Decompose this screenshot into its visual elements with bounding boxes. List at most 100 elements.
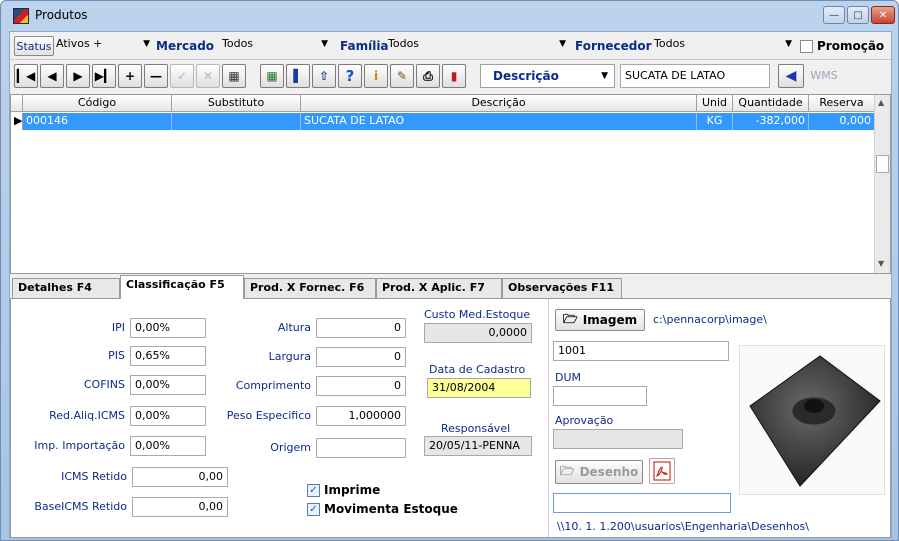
chevron-down-icon: ▼ xyxy=(601,71,608,81)
products-grid: Código Substituto Descrição Unid Quantid… xyxy=(10,94,891,274)
scroll-thumb[interactable] xyxy=(876,155,889,173)
status-button[interactable]: Status xyxy=(14,36,54,56)
col-codigo[interactable]: Código xyxy=(23,95,172,112)
sheet-button[interactable]: ▦ xyxy=(260,64,284,88)
refresh-button[interactable]: ▦ xyxy=(222,64,246,88)
imagem-button-label: Imagem xyxy=(582,313,638,327)
imprime-checkbox[interactable]: ✓ xyxy=(307,484,320,497)
prev-icon: ◀ xyxy=(47,69,57,83)
tab-prod-fornec[interactable]: Prod. X Fornec. F6 xyxy=(244,278,376,298)
minus-icon: — xyxy=(150,69,162,83)
responsavel-label: Responsável xyxy=(441,422,511,435)
red-aliq-field[interactable]: 0,00% xyxy=(130,406,206,426)
desenho-field[interactable] xyxy=(553,493,731,513)
row-pointer-icon: ▶ xyxy=(11,113,23,130)
codigo-imagem-field[interactable]: 1001 xyxy=(553,341,729,361)
add-record-button[interactable]: + xyxy=(118,64,142,88)
status-select[interactable]: Ativos + ▼ xyxy=(56,37,152,55)
chevron-down-icon: ▼ xyxy=(785,39,792,49)
search-back-button[interactable]: ◀ xyxy=(778,64,804,88)
ipi-field[interactable]: 0,00% xyxy=(130,318,206,338)
fornecedor-select[interactable]: Todos ▼ xyxy=(654,37,794,55)
scroll-down-icon[interactable]: ▼ xyxy=(878,259,884,268)
mercado-select[interactable]: Todos ▼ xyxy=(222,37,330,55)
maximize-button[interactable]: □ xyxy=(847,6,869,24)
product-photo-icon xyxy=(749,355,881,487)
col-reserva[interactable]: Reserva xyxy=(809,95,875,112)
close-icon: ✕ xyxy=(878,9,888,21)
col-quantidade[interactable]: Quantidade xyxy=(733,95,809,112)
custo-field: 0,0000 xyxy=(424,323,532,343)
close-button[interactable]: ✕ xyxy=(871,6,895,24)
refresh-icon: ▦ xyxy=(228,69,240,83)
tab-prod-aplic[interactable]: Prod. X Aplic. F7 xyxy=(376,278,502,298)
produtos-window: Produtos — □ ✕ Status Ativos + ▼ Mercado… xyxy=(0,0,899,541)
aprovacao-label: Aprovação xyxy=(555,414,614,427)
table-row[interactable]: ▶ 000146 SUCATA DE LATAO KG -382,000 0,0… xyxy=(11,113,875,130)
promocao-checkbox[interactable] xyxy=(800,40,813,53)
familia-select[interactable]: Todos ▼ xyxy=(388,37,568,55)
tab-detalhes[interactable]: Detalhes F4 xyxy=(12,278,120,298)
comprimento-label: Comprimento xyxy=(235,379,311,392)
cofins-field[interactable]: 0,00% xyxy=(130,375,206,395)
print-button[interactable]: ⎙ xyxy=(416,64,440,88)
col-unid[interactable]: Unid xyxy=(697,95,733,112)
peso-field[interactable]: 1,000000 xyxy=(316,406,406,426)
imagem-button[interactable]: 🗁 Imagem xyxy=(555,309,645,331)
largura-field[interactable]: 0 xyxy=(316,347,406,367)
col-descricao[interactable]: Descrição xyxy=(301,95,697,112)
pdf-button[interactable] xyxy=(649,458,675,484)
icms-retido-field[interactable]: 0,00 xyxy=(132,467,228,487)
prev-record-button[interactable]: ◀ xyxy=(40,64,64,88)
post-button[interactable]: ✓ xyxy=(170,64,194,88)
app-icon xyxy=(13,8,29,24)
origem-label: Origem xyxy=(270,441,311,454)
next-record-button[interactable]: ▶ xyxy=(66,64,90,88)
cell-unid: KG xyxy=(697,113,733,130)
tab-classificacao[interactable]: Classificação F5 xyxy=(120,275,244,299)
filter-bar: Status Ativos + ▼ Mercado Todos ▼ Famíli… xyxy=(10,32,891,60)
title-bar[interactable]: Produtos — □ ✕ xyxy=(1,1,898,31)
export-button[interactable]: ⇧ xyxy=(312,64,336,88)
grid-vertical-scrollbar[interactable]: ▲ ▼ xyxy=(874,95,890,273)
movimenta-checkbox[interactable]: ✓ xyxy=(307,503,320,516)
info-icon: i xyxy=(373,69,379,83)
data-cadastro-field[interactable]: 31/08/2004 xyxy=(427,378,531,398)
cell-reserva: 0,000 xyxy=(809,113,875,130)
promocao-label: Promoção xyxy=(817,39,885,53)
chevron-down-icon: ▼ xyxy=(321,39,328,49)
desenho-button[interactable]: 🗁 Desenho xyxy=(555,460,643,484)
chart-button[interactable]: ▌ xyxy=(286,64,310,88)
info-button[interactable]: i xyxy=(364,64,388,88)
chevron-down-icon: ▼ xyxy=(143,39,150,49)
search-input[interactable]: SUCATA DE LATAO xyxy=(620,64,770,88)
minimize-button[interactable]: — xyxy=(823,6,845,24)
help-button[interactable]: ? xyxy=(338,64,362,88)
imp-importacao-field[interactable]: 0,00% xyxy=(130,436,206,456)
scroll-up-icon[interactable]: ▲ xyxy=(878,98,884,107)
search-field-value: Descrição xyxy=(493,69,559,83)
cancel-button[interactable]: ✕ xyxy=(196,64,220,88)
altura-label: Altura xyxy=(277,321,311,334)
custo-label: Custo Med.Estoque xyxy=(424,308,531,321)
tab-observacoes[interactable]: Observações F11 xyxy=(502,278,622,298)
comprimento-field[interactable]: 0 xyxy=(316,376,406,396)
pis-field[interactable]: 0,65% xyxy=(130,346,206,366)
dum-label: DUM xyxy=(555,371,582,384)
last-icon: ▶▎ xyxy=(94,69,114,83)
exit-button[interactable]: ▮ xyxy=(442,64,466,88)
origem-field[interactable] xyxy=(316,438,406,458)
icms-retido-label: ICMS Retido xyxy=(61,470,127,483)
delete-record-button[interactable]: — xyxy=(144,64,168,88)
altura-field[interactable]: 0 xyxy=(316,318,406,338)
base-icms-field[interactable]: 0,00 xyxy=(132,497,228,517)
col-substituto[interactable]: Substituto xyxy=(172,95,301,112)
client-area: Status Ativos + ▼ Mercado Todos ▼ Famíli… xyxy=(9,31,892,538)
edit-button[interactable]: ✎ xyxy=(390,64,414,88)
first-record-button[interactable]: ▎◀ xyxy=(14,64,38,88)
last-record-button[interactable]: ▶▎ xyxy=(92,64,116,88)
dum-field[interactable] xyxy=(553,386,647,406)
wms-button[interactable]: WMS xyxy=(807,64,841,88)
search-field-select[interactable]: Descrição ▼ xyxy=(480,64,615,88)
tab-bar: Detalhes F4 Classificação F5 Prod. X For… xyxy=(10,274,891,299)
